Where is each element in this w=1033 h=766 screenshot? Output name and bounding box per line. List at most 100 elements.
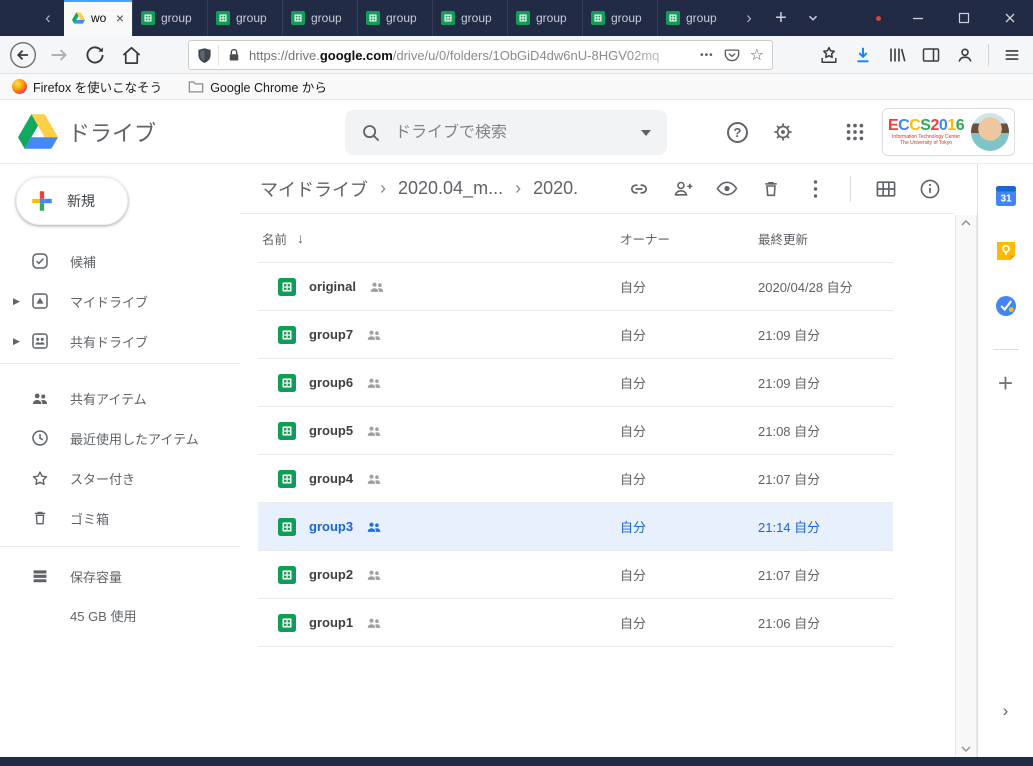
- breadcrumb: マイドライブ › 2020.04_m... › 2020.: [260, 176, 578, 202]
- active-tab[interactable]: wo ×: [64, 0, 132, 36]
- sidebar-item-suggestions[interactable]: 候補: [0, 241, 240, 281]
- breadcrumb-item[interactable]: マイドライブ: [260, 176, 368, 202]
- forward-button[interactable]: [44, 40, 74, 70]
- pocket-icon[interactable]: [724, 47, 740, 63]
- library-icon[interactable]: [882, 40, 912, 70]
- file-row[interactable]: group2 自分 21:07 自分: [258, 551, 893, 599]
- shared-people-icon: [366, 519, 382, 535]
- sidebar-item-shared-with-me[interactable]: 共有アイテム: [0, 378, 240, 418]
- file-row[interactable]: group1 自分 21:06 自分: [258, 599, 893, 647]
- avatar[interactable]: [971, 113, 1009, 151]
- file-row[interactable]: group3 自分 21:14 自分: [258, 503, 893, 551]
- search-box[interactable]: [345, 110, 667, 155]
- menu-icon[interactable]: [997, 40, 1027, 70]
- group-tab[interactable]: group: [207, 0, 282, 36]
- file-row[interactable]: original 自分 2020/04/28 自分: [258, 263, 893, 311]
- breadcrumb-item[interactable]: 2020.: [533, 178, 578, 199]
- settings-gear-icon[interactable]: [772, 121, 794, 143]
- sidebar-item-shared-drives[interactable]: ▶ 共有ドライブ: [0, 321, 240, 361]
- tab-scroll-left-button[interactable]: ‹: [32, 0, 64, 36]
- column-header-modified[interactable]: 最終更新: [758, 229, 893, 248]
- help-icon[interactable]: ?: [727, 122, 748, 143]
- account-card[interactable]: ECCS2016 Information Technology Center T…: [882, 108, 1015, 156]
- breadcrumb-item[interactable]: 2020.04_m...: [398, 178, 503, 199]
- file-table-header: 名前 ↓ オーナー 最終更新: [258, 214, 893, 263]
- minimize-button[interactable]: [895, 0, 941, 36]
- account-card-letter: 2: [930, 117, 938, 134]
- folder-toolbar: マイドライブ › 2020.04_m... › 2020.: [240, 164, 955, 214]
- sidebar-item-storage[interactable]: 保存容量: [0, 556, 240, 596]
- account-card-logo: ECCS2016 Information Technology Center T…: [888, 118, 964, 146]
- file-name: group1: [309, 615, 353, 630]
- search-input[interactable]: [395, 124, 627, 142]
- add-addon-icon[interactable]: +: [998, 372, 1013, 394]
- tab-title: group: [686, 11, 717, 25]
- get-link-icon[interactable]: [628, 178, 650, 200]
- page-actions-icon[interactable]: •••: [700, 50, 714, 61]
- column-header-owner[interactable]: オーナー: [620, 229, 758, 248]
- file-row[interactable]: group4 自分 21:07 自分: [258, 455, 893, 503]
- file-row[interactable]: group5 自分 21:08 自分: [258, 407, 893, 455]
- file-name: group6: [309, 375, 353, 390]
- google-apps-grid-icon[interactable]: [844, 121, 866, 143]
- keep-icon[interactable]: [994, 239, 1018, 263]
- lock-icon[interactable]: [227, 47, 241, 63]
- tab-scroll-right-button[interactable]: ›: [732, 0, 766, 36]
- group-tab[interactable]: group: [657, 0, 732, 36]
- reload-button[interactable]: [80, 40, 110, 70]
- sidebar-toggle-icon[interactable]: [916, 40, 946, 70]
- url-bar[interactable]: https://drive.google.com/drive/u/0/folde…: [188, 40, 773, 70]
- back-button[interactable]: [8, 40, 38, 70]
- sidebar-item-my-drive[interactable]: ▶ マイドライブ: [0, 281, 240, 321]
- add-person-icon[interactable]: [672, 178, 694, 200]
- tab-close-icon[interactable]: ×: [116, 11, 124, 25]
- group-tab[interactable]: group: [282, 0, 357, 36]
- vertical-scrollbar[interactable]: [955, 215, 977, 757]
- bookmark-folder[interactable]: Google Chrome から: [188, 77, 327, 96]
- file-row[interactable]: group6 自分 21:09 自分: [258, 359, 893, 407]
- tasks-icon[interactable]: [994, 294, 1018, 318]
- new-button[interactable]: 新規: [16, 177, 128, 225]
- grid-view-icon[interactable]: [875, 178, 897, 200]
- group-tab[interactable]: group: [357, 0, 432, 36]
- account-icon[interactable]: [950, 40, 980, 70]
- file-owner: 自分: [620, 421, 758, 440]
- info-icon[interactable]: [919, 178, 941, 200]
- home-button[interactable]: [116, 40, 146, 70]
- close-window-button[interactable]: [987, 0, 1033, 36]
- delete-trash-icon[interactable]: [760, 178, 782, 200]
- preview-eye-icon[interactable]: [716, 178, 738, 200]
- file-owner: 自分: [620, 613, 758, 632]
- group-tab[interactable]: group: [432, 0, 507, 36]
- downloads-icon[interactable]: [848, 40, 878, 70]
- expand-arrow-icon[interactable]: ▶: [13, 336, 20, 347]
- more-options-kebab-icon[interactable]: [804, 178, 826, 200]
- file-modified: 21:08 自分: [758, 421, 893, 440]
- bookmark-star-icon[interactable]: ☆: [750, 45, 764, 65]
- sort-arrow-icon[interactable]: ↓: [297, 230, 304, 246]
- maximize-button[interactable]: [941, 0, 987, 36]
- clock-icon: [31, 429, 49, 447]
- drive-logo[interactable]: ドライブ: [18, 114, 156, 149]
- scroll-down-arrow-icon[interactable]: [956, 745, 976, 753]
- expand-arrow-icon[interactable]: ▶: [13, 296, 20, 307]
- column-header-name[interactable]: 名前: [262, 229, 287, 248]
- collections-icon[interactable]: [814, 40, 844, 70]
- group-tab[interactable]: group: [582, 0, 657, 36]
- tracking-shield-icon[interactable]: [197, 47, 212, 64]
- tab-list-dropdown-button[interactable]: [796, 0, 830, 36]
- new-tab-button[interactable]: +: [766, 0, 796, 36]
- sheets-favicon: [291, 11, 305, 25]
- scroll-up-arrow-icon[interactable]: [956, 219, 976, 227]
- sidebar-item-recent[interactable]: 最近使用したアイテム: [0, 418, 240, 458]
- file-owner: 自分: [620, 325, 758, 344]
- group-tab[interactable]: group: [132, 0, 207, 36]
- sidebar-item-trash[interactable]: ゴミ箱: [0, 498, 240, 538]
- file-row[interactable]: group7 自分 21:09 自分: [258, 311, 893, 359]
- search-options-caret-icon[interactable]: [641, 130, 651, 136]
- group-tab[interactable]: group: [507, 0, 582, 36]
- calendar-icon[interactable]: 31: [994, 184, 1018, 208]
- bookmark-item[interactable]: Firefox を使いこなそう: [12, 77, 162, 96]
- sidebar-item-starred[interactable]: スター付き: [0, 458, 240, 498]
- collapse-panel-chevron-icon[interactable]: ›: [1003, 701, 1009, 721]
